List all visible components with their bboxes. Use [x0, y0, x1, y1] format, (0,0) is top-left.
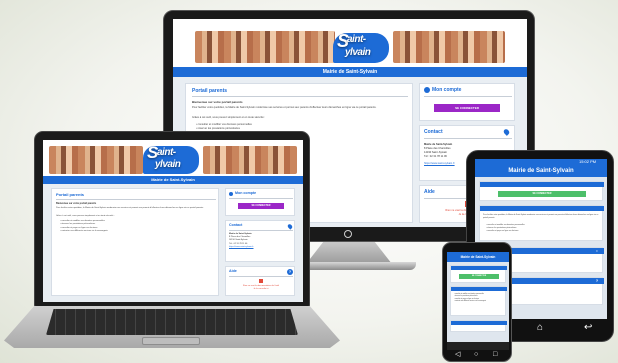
location-pin-icon — [502, 128, 511, 136]
user-icon — [424, 87, 430, 93]
power-icon[interactable] — [344, 230, 352, 238]
page-title: Portail parents — [192, 88, 228, 94]
connect-button-label: SE CONNECTER — [251, 204, 271, 207]
contact-website[interactable]: https://www.saint-sylvain.fr — [229, 246, 253, 249]
help-title: Aide — [424, 189, 435, 195]
list-item: • contacter nos différents services via … — [60, 230, 108, 233]
phone-connect-button[interactable]: SE CONNECTER — [459, 274, 499, 279]
connect-button-label: SE CONNECTER — [455, 106, 479, 110]
laptop-screen: S aint- ylvain Mairie de Saint-Sylvain P… — [43, 140, 303, 302]
laptop-help-text[interactable]: Rien ne vaut la documentation de l'outil… — [229, 285, 293, 291]
site-logo: S aint- ylvain — [333, 31, 389, 63]
laptop-intro-text-2: Grâce à cet outil, vous pouvez simplemen… — [56, 215, 115, 217]
account-title: Mon compte — [432, 87, 462, 93]
laptop-children-right — [203, 146, 297, 174]
list-item: • contacter nos différents services via … — [454, 301, 486, 303]
document-icon — [259, 279, 263, 283]
phone-title: Mairie de Saint-Sylvain — [460, 255, 496, 259]
intro-text: Pour faciliter votre quotidien, la Mairi… — [192, 106, 377, 109]
tablet-account-card: SE CONNECTER — [479, 181, 604, 201]
contact-details: Mairie de Saint-Sylvain 8 Place des Char… — [424, 143, 455, 166]
laptop-connect-button[interactable]: SE CONNECTER — [238, 203, 284, 209]
children-photo-left — [195, 31, 335, 63]
laptop-intro-text: Pour faciliter votre quotidien, la Mairi… — [56, 207, 204, 209]
phone-back-icon[interactable]: ◁ — [455, 351, 460, 358]
location-pin-icon: • — [594, 248, 600, 254]
home-icon[interactable]: ⌂ — [537, 323, 543, 333]
help-line2: Je la consulte ici — [253, 288, 269, 290]
header-banner: S aint- ylvain — [173, 19, 527, 67]
list-item: • consulter et payer en ligne vos factur… — [486, 229, 519, 232]
laptop-feature-list: • consulter et modifier vos données pers… — [60, 220, 108, 234]
phone-portal-card: • consulter et modifier vos données pers… — [450, 286, 507, 316]
header-title-bar: Mairie de Saint-Sylvain — [173, 67, 527, 77]
laptop-welcome-heading: Bienvenue sur votre portail parents — [56, 202, 97, 205]
laptop-account-card: Mon compte SE CONNECTER — [225, 188, 295, 216]
connect-button[interactable]: SE CONNECTER — [434, 104, 500, 112]
tablet-title-bar: Mairie de Saint-Sylvain — [475, 165, 607, 177]
phone-home-icon[interactable]: ○ — [474, 351, 478, 358]
account-card: Mon compte SE CONNECTER — [419, 83, 515, 121]
laptop-keyboard[interactable] — [46, 309, 298, 335]
monitor-stand — [306, 242, 392, 264]
laptop-children-left — [49, 146, 143, 174]
contact-title: Contact — [424, 129, 443, 135]
location-pin-icon — [286, 223, 294, 230]
help-icon: ? — [594, 278, 600, 284]
user-icon — [229, 192, 233, 196]
logo-line2: ylvain — [345, 47, 371, 58]
back-icon[interactable]: ↩ — [584, 323, 592, 333]
phone-nav-bar — [447, 342, 509, 350]
phone-account-card: SE CONNECTER — [450, 265, 507, 283]
laptop-header-title-bar: Mairie de Saint-Sylvain — [43, 176, 303, 184]
contact-website[interactable]: https://www.saint-sylvain.fr — [424, 162, 455, 166]
tablet-intro-text: Pour faciliter votre quotidien, la Mairi… — [483, 214, 599, 219]
connect-button-label: SE CONNECTER — [532, 192, 552, 195]
laptop-help-card: Aide ? Rien ne vaut la documentation de … — [225, 266, 295, 296]
laptop-contact-details: Mairie de Saint-Sylvain 8 Place des Char… — [229, 233, 253, 249]
intro-text-2: Grâce à cet outil, vous pouvez simplemen… — [192, 116, 266, 119]
laptop-portal-card: Portail parents Bienvenue sur votre port… — [51, 188, 219, 296]
welcome-heading: Bienvenue sur votre portail parents — [192, 100, 243, 104]
laptop-touchpad[interactable] — [142, 337, 200, 345]
phone-recent-icon[interactable]: □ — [493, 351, 497, 358]
phone: Mairie de Saint-Sylvain SE CONNECTER • c… — [442, 242, 512, 362]
phone-title-bar: Mairie de Saint-Sylvain — [447, 252, 509, 262]
laptop-site-logo: S aint- ylvain — [143, 143, 199, 174]
laptop-contact-card: Contact Mairie de Saint-Sylvain 8 Place … — [225, 220, 295, 262]
laptop-account-title: Mon compte — [235, 191, 257, 195]
tablet-portal-card: Pour faciliter votre quotidien, la Mairi… — [479, 205, 604, 241]
connect-button-label: SE CONNECTER — [471, 275, 487, 277]
phone-screen: Mairie de Saint-Sylvain SE CONNECTER • c… — [447, 252, 509, 350]
laptop-lid: S aint- ylvain Mairie de Saint-Sylvain P… — [34, 131, 310, 307]
logo-line2: ylvain — [155, 159, 181, 170]
tablet-title: Mairie de Saint-Sylvain — [508, 168, 574, 174]
laptop-header-banner: S aint- ylvain — [43, 140, 303, 176]
tablet-feature-list: • consulter et modifier vos données pers… — [486, 224, 525, 232]
children-photo-right — [393, 31, 505, 63]
laptop-help-title: Aide — [229, 269, 237, 273]
laptop-page-title: Portail parents — [56, 192, 85, 197]
phone-contact-card — [450, 320, 507, 332]
laptop-contact-title: Contact — [229, 223, 243, 227]
logo-line1: aint- — [157, 147, 176, 158]
laptop-header-title: Mairie de Saint-Sylvain — [151, 177, 195, 182]
tablet-time: 15:02 PM — [579, 159, 597, 164]
help-icon: ? — [287, 269, 293, 275]
phone-feature-list: • consulter et modifier vos données pers… — [454, 294, 486, 304]
tablet-connect-button[interactable]: SE CONNECTER — [498, 191, 586, 197]
header-title: Mairie de Saint-Sylvain — [322, 69, 378, 75]
contact-phone: Tél : 02 31 78 11 06 — [424, 155, 447, 158]
logo-line1: aint- — [347, 34, 366, 45]
